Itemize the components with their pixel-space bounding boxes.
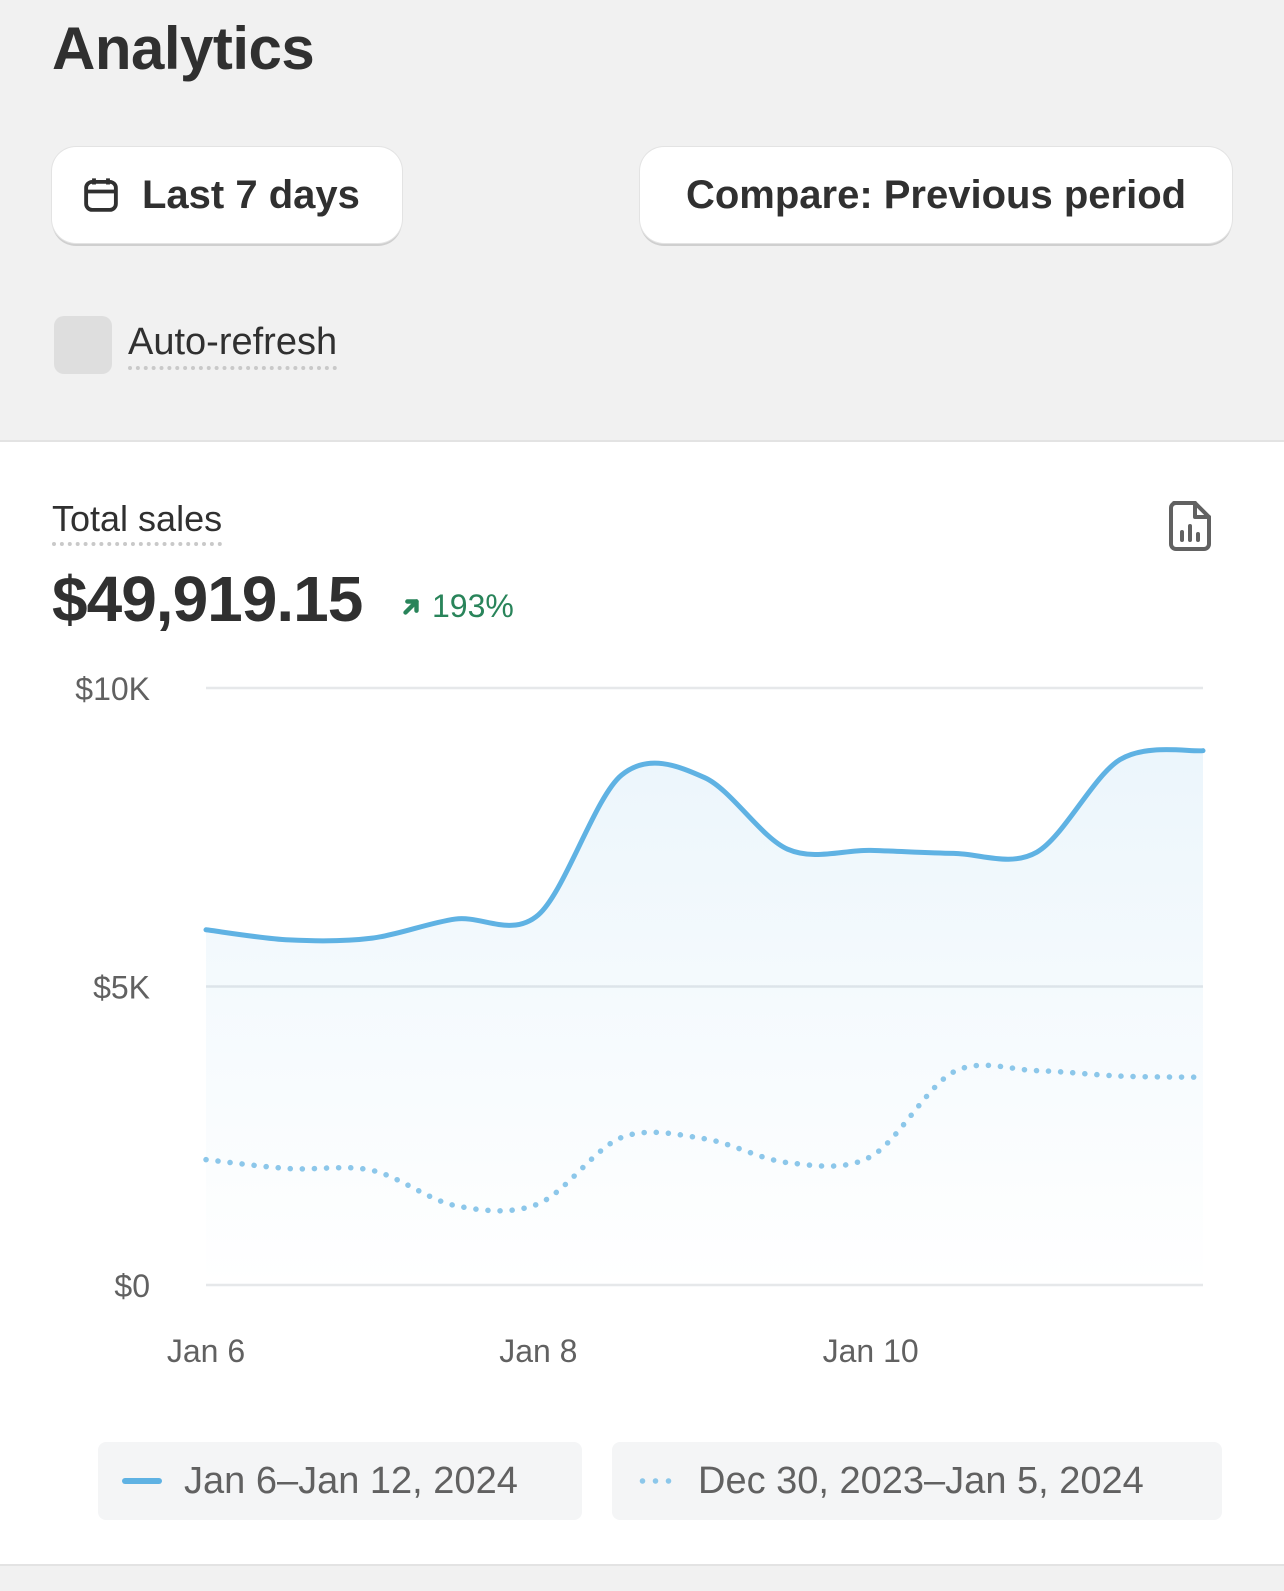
report-icon[interactable] bbox=[1168, 500, 1212, 552]
x-tick-label: Jan 6 bbox=[167, 1333, 245, 1369]
auto-refresh-toggle[interactable]: Auto-refresh bbox=[54, 316, 338, 374]
metric-change-value: 193% bbox=[432, 588, 514, 624]
x-tick-label: Jan 8 bbox=[499, 1333, 577, 1369]
solid-line-swatch bbox=[122, 1478, 162, 1484]
y-tick-label: $0 bbox=[114, 1268, 150, 1304]
legend-label: Jan 6–Jan 12, 2024 bbox=[184, 1459, 518, 1502]
metric-change: 193% bbox=[400, 588, 514, 625]
page-title: Analytics bbox=[52, 15, 315, 82]
legend-label: Dec 30, 2023–Jan 5, 2024 bbox=[698, 1459, 1144, 1502]
total-sales-card: Total sales $49,919.15 193% $0 $5K $10K Jan… bbox=[0, 440, 1284, 1566]
calendar-icon bbox=[84, 178, 118, 212]
date-range-button[interactable]: Last 7 days bbox=[52, 147, 402, 243]
arrow-up-right-icon bbox=[403, 598, 419, 615]
series-area-current bbox=[206, 749, 1203, 1285]
compare-label: Compare: Previous period bbox=[685, 172, 1187, 217]
auto-refresh-label[interactable]: Auto-refresh bbox=[128, 320, 338, 370]
legend-current-period[interactable]: Jan 6–Jan 12, 2024 bbox=[98, 1442, 582, 1520]
y-tick-label: $5K bbox=[93, 970, 150, 1006]
dotted-line-swatch bbox=[636, 1478, 676, 1484]
sales-chart[interactable]: $0 $5K $10K Jan 6 Jan 8 Jan 10 bbox=[0, 662, 1284, 1402]
auto-refresh-checkbox[interactable] bbox=[54, 316, 112, 374]
date-range-label: Last 7 days bbox=[142, 172, 360, 217]
compare-button[interactable]: Compare: Previous period bbox=[640, 147, 1232, 243]
x-tick-label: Jan 10 bbox=[823, 1333, 919, 1369]
metric-label[interactable]: Total sales bbox=[52, 498, 223, 546]
metric-value: $49,919.15 bbox=[52, 563, 363, 635]
legend-previous-period[interactable]: Dec 30, 2023–Jan 5, 2024 bbox=[612, 1442, 1222, 1520]
y-tick-label: $10K bbox=[75, 671, 150, 707]
